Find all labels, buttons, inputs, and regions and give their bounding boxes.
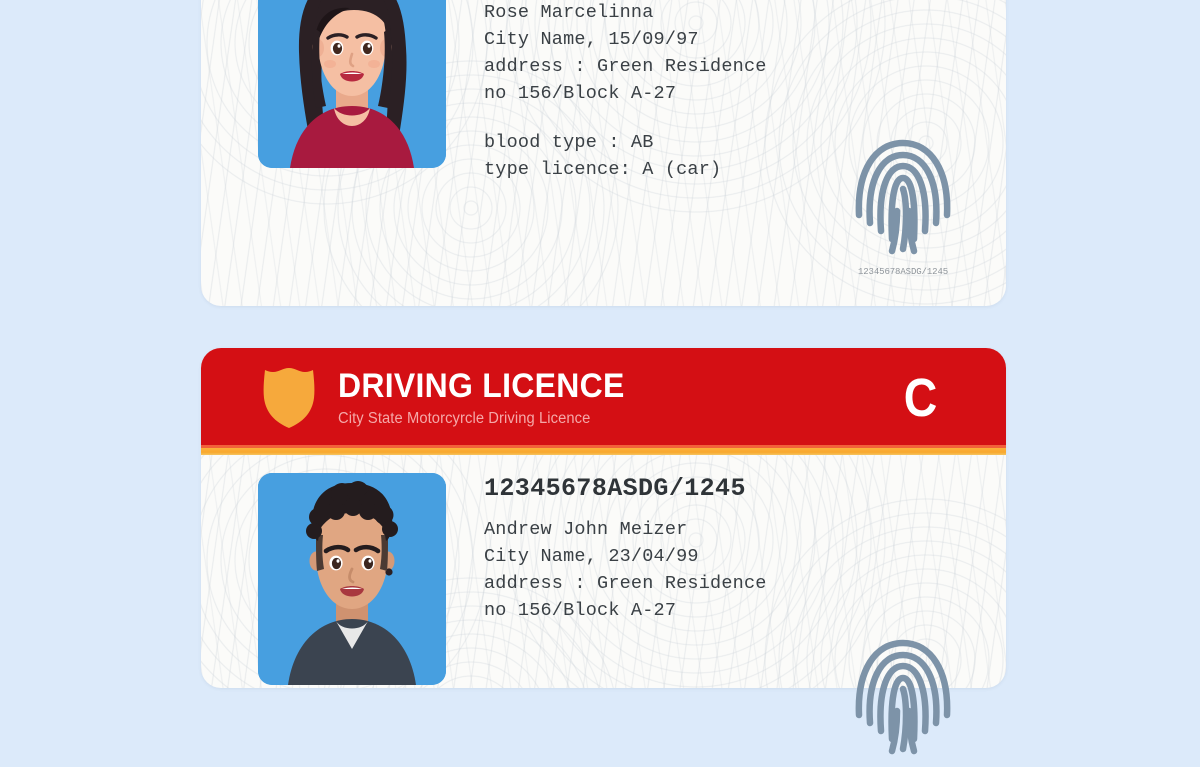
- address-line-1: address : Green Residence: [484, 55, 767, 77]
- portrait-photo-male: [258, 473, 446, 685]
- address-line-2: no 156/Block A-27: [484, 600, 677, 622]
- fingerprint-block-top: 12345678ASDG/1245: [851, 131, 955, 277]
- address-line-1: address : Green Residence: [484, 572, 767, 594]
- city-and-birthdate: City Name, 15/09/97: [484, 28, 699, 50]
- holder-name: Andrew John Meizer: [484, 518, 688, 540]
- gold-accent-stripe: [201, 448, 1006, 455]
- licence-subtitle: City State Motorcyrcle Driving Licence: [338, 409, 591, 427]
- shield-icon: [258, 367, 320, 429]
- licence-header-band: DRIVING LICENCE City State Motorcyrcle D…: [201, 348, 1006, 448]
- city-and-birthdate: City Name, 23/04/99: [484, 545, 699, 567]
- address-line-2: no 156/Block A-27: [484, 83, 677, 105]
- licence-title: DRIVING LICENCE: [338, 367, 625, 406]
- header-title-group: DRIVING LICENCE City State Motorcyrcle D…: [338, 367, 901, 427]
- portrait-photo-female: [258, 0, 446, 168]
- fingerprint-icon: [855, 639, 951, 755]
- fingerprint-serial-caption: 12345678ASDG/1245: [857, 267, 949, 277]
- licence-cards-stage: 12345678ASDG/1245 Rose Marcelinna City N…: [0, 0, 1200, 755]
- holder-name: Rose Marcelinna: [484, 1, 654, 23]
- licence-serial-number: 12345678ASDG/1245: [484, 474, 746, 503]
- licence-class-letter: C: [903, 368, 938, 428]
- fingerprint-block-bottom: [851, 631, 955, 767]
- fingerprint-icon: [855, 139, 951, 255]
